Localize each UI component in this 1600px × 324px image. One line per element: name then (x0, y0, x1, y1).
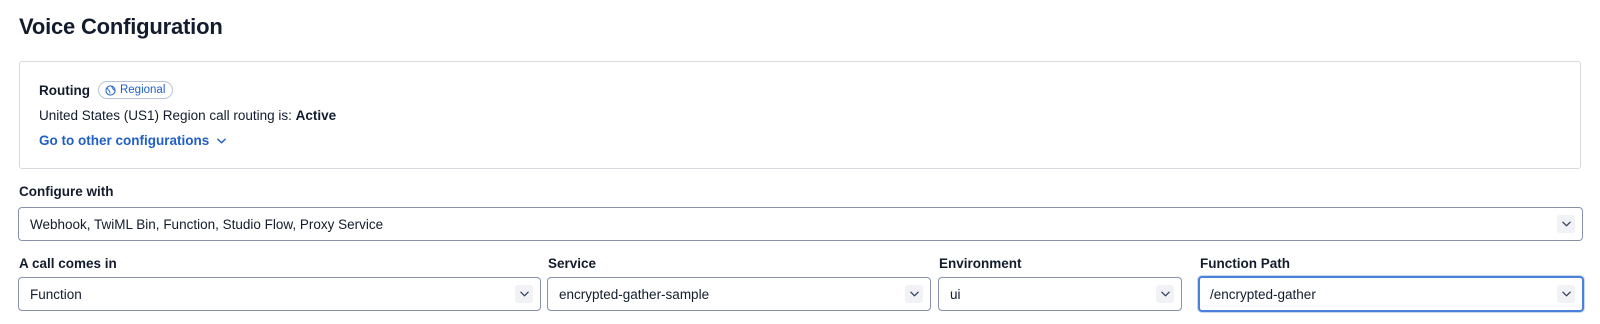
function-path-select[interactable]: /encrypted-gather (1198, 276, 1584, 312)
call-comes-in-dropdown (515, 285, 533, 303)
function-path-value: /encrypted-gather (1210, 286, 1316, 302)
chevron-down-icon (217, 137, 227, 144)
call-comes-in-value: Function (30, 286, 82, 302)
service-select[interactable]: encrypted-gather-sample (547, 277, 931, 311)
chevron-down-icon (1160, 291, 1170, 297)
environment-label: Environment (939, 256, 1022, 271)
configure-with-dropdown (1557, 215, 1575, 233)
chevron-down-icon (519, 291, 529, 297)
call-comes-in-select[interactable]: Function (18, 277, 541, 311)
routing-card: Routing Regional United States (US1) Reg… (19, 61, 1581, 169)
call-comes-in-label: A call comes in (19, 256, 117, 271)
routing-status-text: United States (US1) Region call routing … (39, 108, 296, 123)
page-title: Voice Configuration (19, 14, 223, 39)
chevron-down-icon (909, 291, 919, 297)
function-path-dropdown (1557, 285, 1575, 303)
other-configurations-link[interactable]: Go to other configurations (39, 133, 227, 148)
service-dropdown (905, 285, 923, 303)
chevron-down-icon (1561, 291, 1571, 297)
routing-header: Routing Regional (39, 81, 174, 99)
chevron-down-icon (1561, 221, 1571, 227)
service-label: Service (548, 256, 597, 271)
other-configurations-link-label: Go to other configurations (39, 133, 210, 148)
environment-value: ui (950, 286, 961, 302)
environment-dropdown (1156, 285, 1174, 303)
routing-status: United States (US1) Region call routing … (39, 108, 336, 123)
routing-title: Routing (39, 82, 90, 98)
configure-with-label: Configure with (19, 184, 114, 199)
environment-select[interactable]: ui (938, 277, 1182, 311)
service-value: encrypted-gather-sample (559, 286, 710, 302)
configure-with-value: Webhook, TwiML Bin, Function, Studio Flo… (30, 216, 384, 232)
function-path-label: Function Path (1200, 256, 1290, 271)
globe-icon (105, 84, 116, 96)
regional-badge-label: Regional (119, 84, 166, 96)
configure-with-select[interactable]: Webhook, TwiML Bin, Function, Studio Flo… (18, 207, 1583, 241)
voice-configuration-page: Voice Configuration Routing Regional Uni… (0, 0, 1600, 324)
regional-badge: Regional (97, 81, 174, 99)
routing-status-value: Active (295, 108, 337, 123)
